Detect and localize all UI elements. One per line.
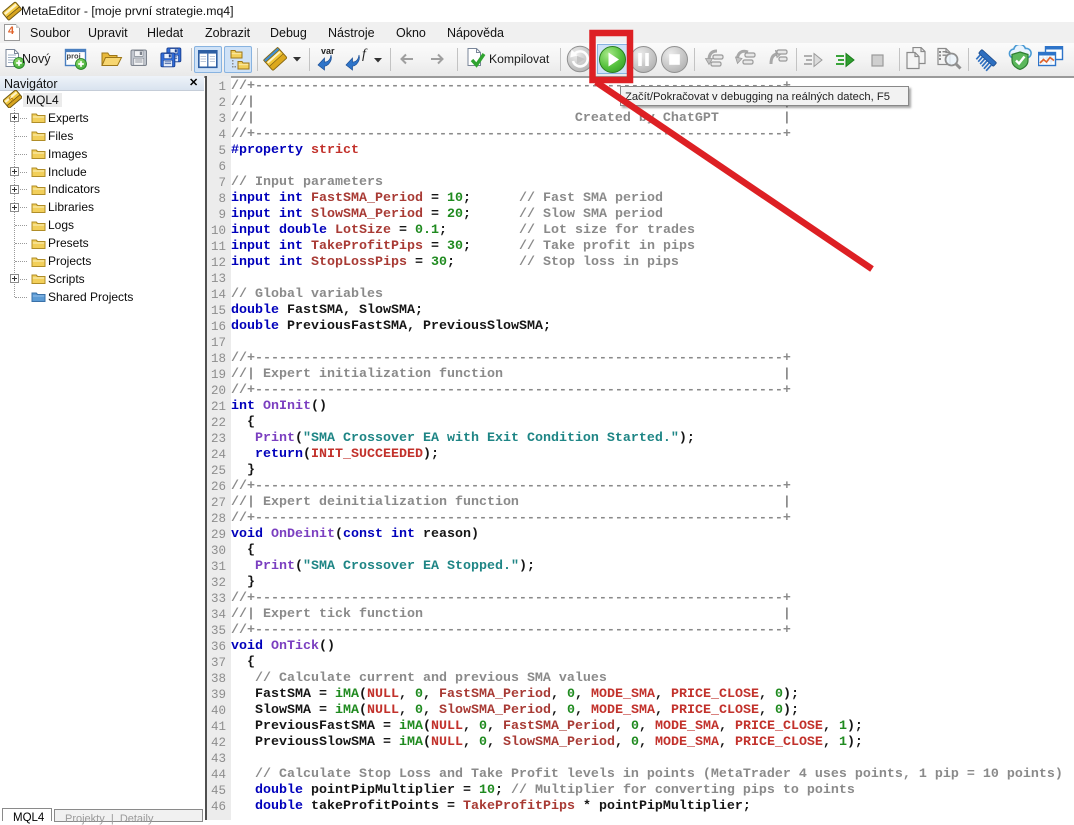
svg-text:var: var [321, 46, 335, 56]
svg-text:f: f [362, 47, 368, 62]
